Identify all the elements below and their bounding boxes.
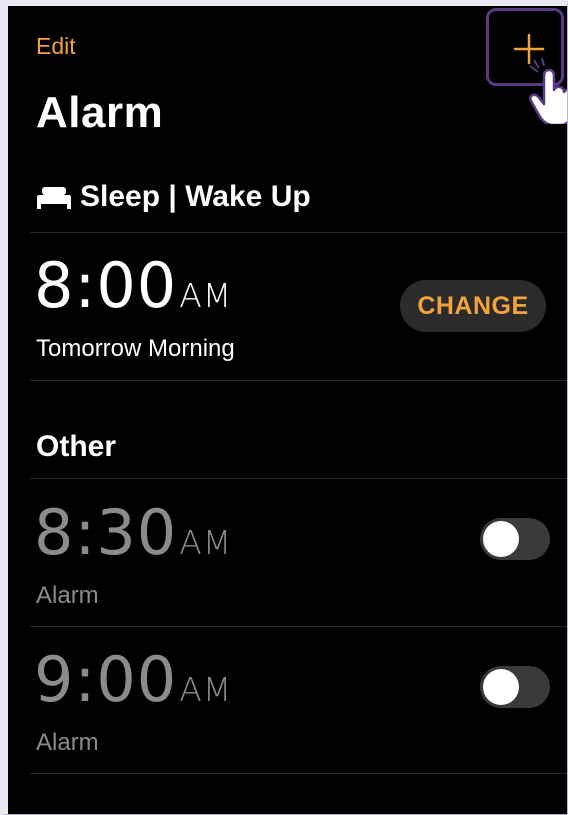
time-value: 8:30 (34, 496, 178, 569)
alarm-label: Alarm (36, 582, 99, 609)
toggle-knob (483, 521, 519, 557)
time-ampm: AM (179, 523, 233, 562)
divider (30, 626, 567, 627)
page-title: Alarm (36, 88, 164, 137)
time-value: 9:00 (34, 643, 178, 716)
sleep-section-header: Sleep | Wake Up (36, 180, 311, 214)
toggle-knob (483, 669, 519, 705)
pointer-hand-icon (529, 58, 567, 124)
change-button[interactable]: CHANGE (400, 280, 546, 332)
alarm-toggle[interactable] (480, 666, 550, 708)
phone-frame: Edit Alarm Sleep | Wake Up 8:00AM Tomorr… (0, 0, 568, 815)
divider (30, 478, 567, 479)
sleep-alarm-time: 8:00AM (34, 249, 232, 322)
time-value: 8:00 (34, 249, 178, 322)
divider (30, 232, 567, 233)
time-ampm: AM (179, 670, 233, 709)
alarm-label: Alarm (36, 729, 99, 756)
alarm-toggle[interactable] (480, 518, 550, 560)
other-section-title: Other (36, 430, 117, 463)
alarm-time: 8:30AM (34, 496, 232, 569)
sleep-alarm-subtitle: Tomorrow Morning (36, 335, 235, 362)
divider (30, 380, 567, 381)
sleep-section-title: Sleep | Wake Up (80, 180, 311, 213)
divider (30, 773, 567, 774)
time-ampm: AM (179, 276, 233, 315)
bed-icon (37, 187, 71, 209)
alarm-screen: Edit Alarm Sleep | Wake Up 8:00AM Tomorr… (8, 6, 567, 814)
alarm-time: 9:00AM (34, 643, 232, 716)
edit-button[interactable]: Edit (36, 33, 76, 60)
